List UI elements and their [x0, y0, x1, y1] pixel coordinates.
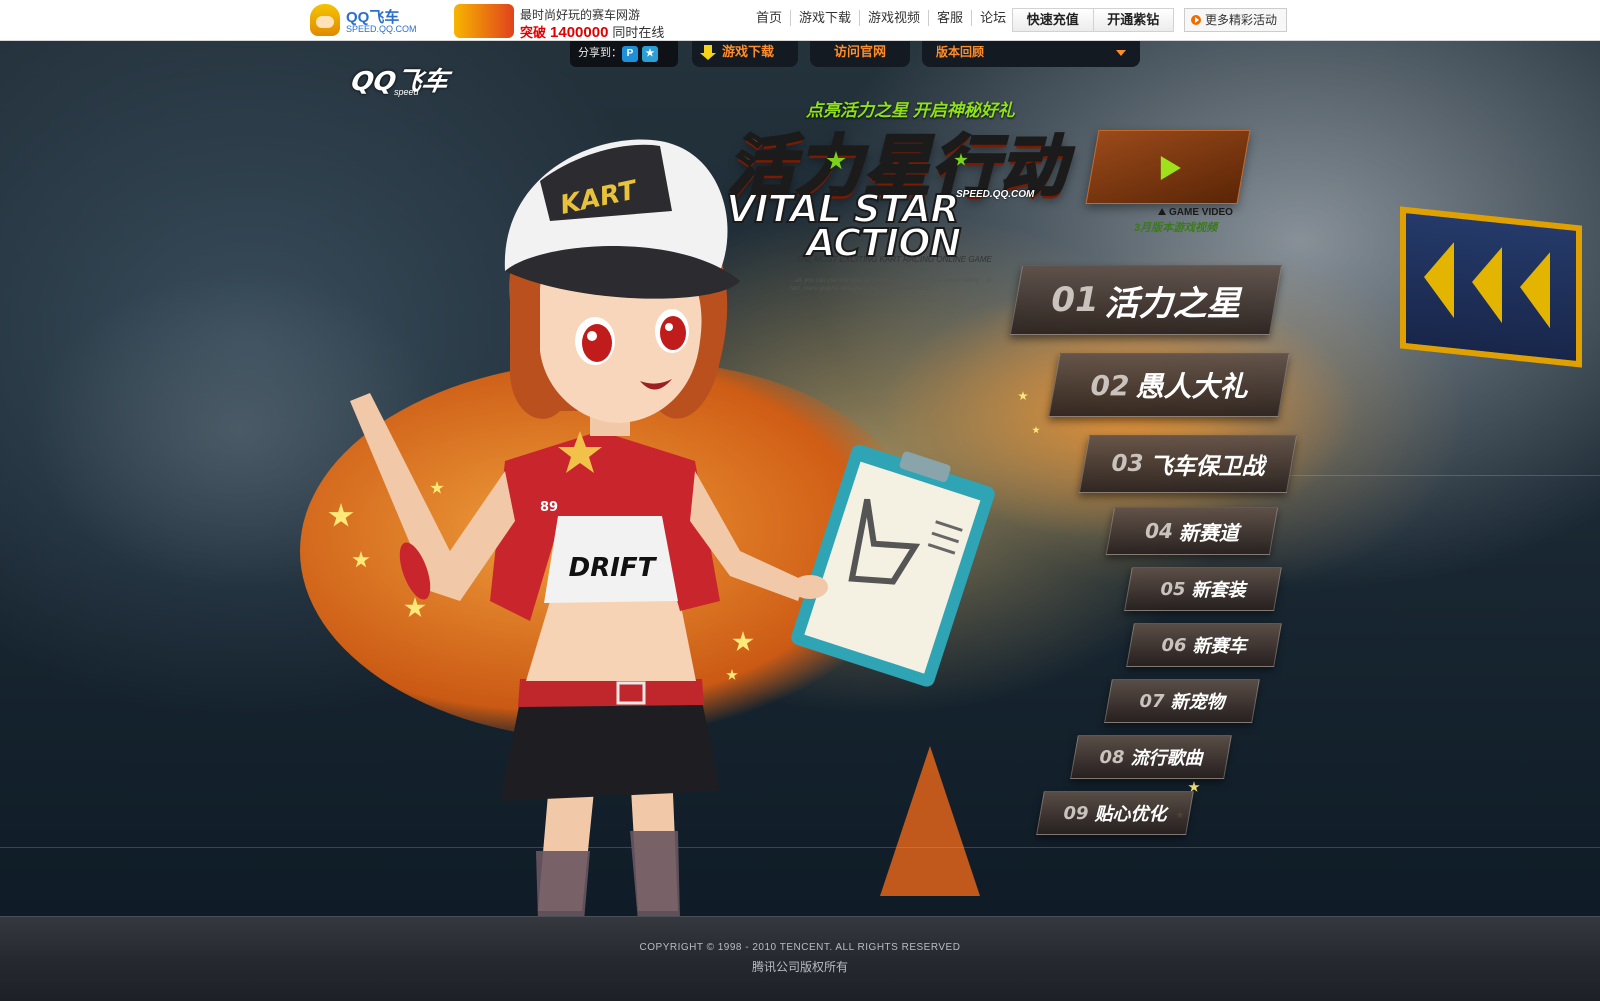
- play-icon: [1160, 156, 1181, 180]
- shirt-text: DRIFT: [569, 553, 658, 583]
- menu-label: 新宠物: [1170, 692, 1225, 713]
- purple-diamond-button[interactable]: 开通紫钻: [1094, 9, 1174, 31]
- account-buttons: 快速充值 开通紫钻: [1012, 8, 1174, 32]
- qq-speed-logo[interactable]: QQ飞车 SPEED.QQ.COM: [310, 4, 417, 36]
- more-events-button[interactable]: 更多精彩活动: [1184, 8, 1287, 32]
- menu-item-04[interactable]: 04 新赛道: [1105, 507, 1279, 555]
- game-video-label-text: GAME VIDEO: [1169, 207, 1233, 218]
- event-slogan: THE MOST EXCITING KART RACING ONLINE GAM…: [796, 255, 992, 264]
- menu-num: 04: [1145, 519, 1173, 543]
- promo-banner[interactable]: 最时尚好玩的赛车网游 突破 1400000 同时在线: [454, 2, 664, 41]
- top-bar: QQ飞车 SPEED.QQ.COM 最时尚好玩的赛车网游 突破 1400000 同时…: [0, 0, 1600, 41]
- sleeve-number: 89: [540, 500, 558, 515]
- promo-tagline: 最时尚好玩的赛车网游: [520, 8, 641, 22]
- event-fine-print: ...all, you can use only type (or mostly…: [790, 278, 992, 292]
- menu-label: 飞车保卫战: [1149, 454, 1265, 480]
- download-arrow-icon: [700, 45, 716, 60]
- menu-item-05[interactable]: 05 新套装: [1124, 567, 1282, 611]
- chevron-left-icon: [1520, 249, 1550, 329]
- menu-item-08[interactable]: 08 流行歌曲: [1070, 735, 1232, 779]
- promo-hot: 突破: [520, 25, 547, 40]
- promo-online-suffix: 同时在线: [612, 25, 665, 40]
- promo-online: 突破 1400000 同时在线: [520, 22, 664, 41]
- nav-service[interactable]: 客服: [929, 10, 973, 26]
- nav-video[interactable]: 游戏视频: [860, 10, 930, 26]
- footer: COPYRIGHT © 1998 - 2010 TENCENT. ALL RIG…: [0, 916, 1600, 1001]
- menu-item-03[interactable]: 03 飞车保卫战: [1078, 435, 1298, 493]
- game-video-subtitle: 3月版本游戏视频: [1134, 222, 1218, 234]
- tab-download-label: 游戏下载: [722, 44, 775, 59]
- game-video-label: GAME VIDEO: [1158, 207, 1233, 218]
- nav-download[interactable]: 游戏下载: [791, 10, 861, 26]
- share-qzone-icon[interactable]: P: [622, 46, 638, 62]
- menu-num: 01: [1051, 280, 1099, 320]
- menu-label: 活力之星: [1104, 283, 1241, 324]
- share-label: 分享到：: [578, 47, 622, 59]
- menu-num: 06: [1161, 634, 1187, 656]
- nav-home[interactable]: 首页: [748, 10, 792, 26]
- menu-num: 02: [1090, 368, 1130, 402]
- menu-label: 流行歌曲: [1130, 748, 1203, 769]
- menu-label: 贴心优化: [1094, 804, 1167, 825]
- share-bar: 分享到： P ★: [570, 41, 678, 67]
- event-site: SPEED.QQ.COM: [956, 189, 1035, 200]
- promo-online-count: 1400000: [550, 24, 609, 41]
- menu-num: 03: [1111, 451, 1144, 477]
- triangle-up-icon: [1158, 208, 1166, 215]
- menu-item-01[interactable]: 01 活力之星: [1009, 265, 1283, 335]
- menu-label: 新赛车: [1192, 636, 1247, 657]
- menu-item-07[interactable]: 07 新宠物: [1104, 679, 1260, 723]
- game-logo-sub: speed: [394, 87, 419, 97]
- mascot-icon: [310, 4, 340, 36]
- promo-mascot-icon: [454, 4, 514, 38]
- menu-label: 愚人大礼: [1135, 370, 1248, 403]
- menu-num: 08: [1099, 746, 1125, 768]
- menu-item-06[interactable]: 06 新赛车: [1126, 623, 1282, 667]
- version-review-label: 版本回顾: [936, 45, 985, 59]
- menu-label: 新赛道: [1178, 520, 1239, 545]
- more-events-label: 更多精彩活动: [1205, 13, 1278, 27]
- menu-num: 07: [1139, 690, 1165, 712]
- more-events-icon: [1191, 15, 1201, 25]
- menu-num: 05: [1160, 578, 1186, 600]
- copyright-text: COPYRIGHT © 1998 - 2010 TENCENT. ALL RIG…: [639, 942, 961, 953]
- menu-num: 09: [1063, 802, 1089, 824]
- menu-item-02[interactable]: 02 愚人大礼: [1048, 353, 1290, 417]
- share-friend-icon[interactable]: ★: [642, 46, 658, 62]
- menu-item-09[interactable]: 09 贴心优化: [1036, 791, 1194, 835]
- chevron-left-icon: [1472, 244, 1502, 324]
- hero-scene: QQ飞车 speed 分享到： P ★ 游戏下载 访问官网 版本回顾 DRIFT…: [0, 41, 1600, 916]
- menu-label: 新套装: [1191, 580, 1246, 601]
- top-nav: 首页 游戏下载 游戏视频 客服 论坛: [748, 10, 1014, 26]
- chevron-left-icon: [1424, 238, 1454, 319]
- dropdown-caret-icon: [1116, 50, 1126, 56]
- nav-forum[interactable]: 论坛: [972, 10, 1014, 26]
- quick-recharge-button[interactable]: 快速充值: [1013, 9, 1094, 31]
- tab-official-site[interactable]: 访问官网: [810, 41, 910, 67]
- chevron-sign: [1400, 206, 1582, 368]
- version-review-dropdown[interactable]: 版本回顾: [922, 41, 1140, 67]
- rights-text-cn: 腾讯公司版权所有: [751, 960, 848, 974]
- logo-domain: SPEED.QQ.COM: [346, 24, 417, 34]
- tab-download[interactable]: 游戏下载: [692, 41, 798, 67]
- game-video-button[interactable]: [1085, 130, 1251, 204]
